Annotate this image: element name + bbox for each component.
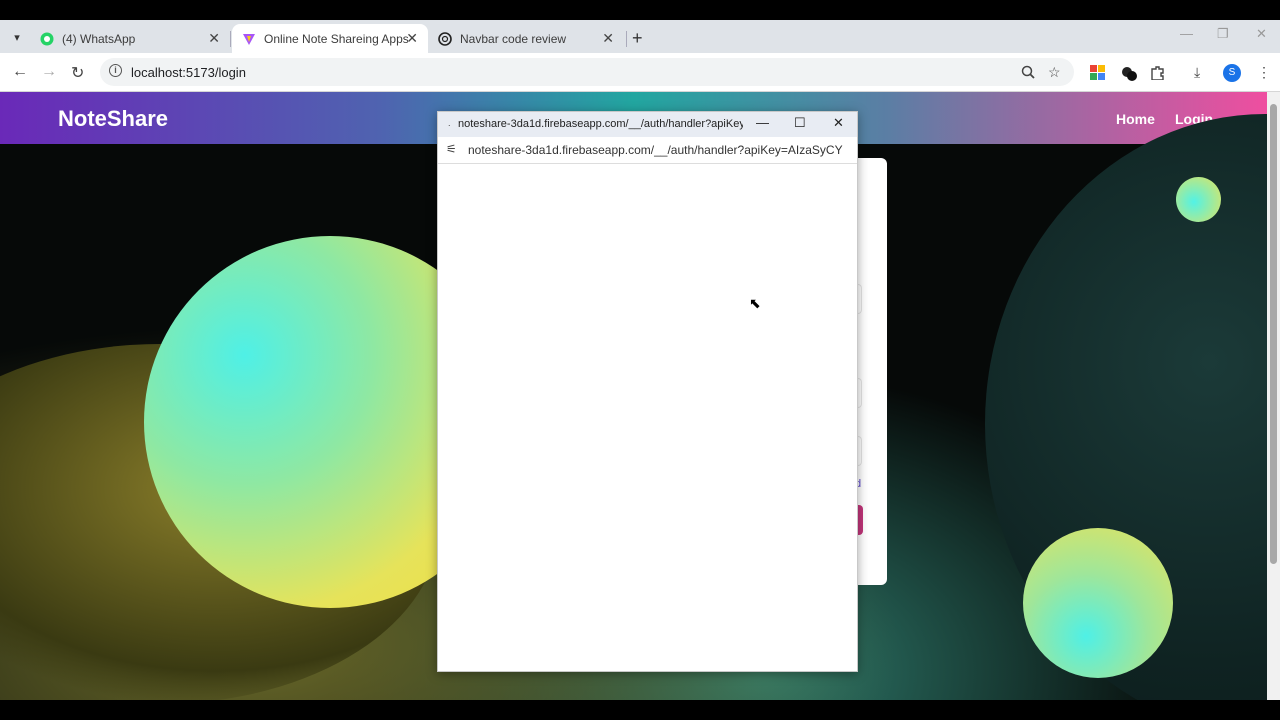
popup-url: noteshare-3da1d.firebaseapp.com/__/auth/…	[468, 143, 843, 157]
auth-popup-window: . noteshare-3da1d.firebaseapp.com/__/aut…	[437, 111, 858, 672]
minimize-icon[interactable]: —	[1180, 26, 1193, 41]
browser-toolbar: ← → ↻ i localhost:5173/login ☆ ⤓ ⋮	[0, 53, 1280, 92]
chatgpt-icon	[438, 31, 452, 46]
forward-icon[interactable]: →	[41, 63, 57, 81]
download-icon[interactable]: ⤓	[1194, 64, 1200, 81]
close-icon[interactable]: ✕	[833, 115, 844, 131]
scrollbar-thumb[interactable]	[1270, 104, 1277, 564]
top-black-bar	[0, 0, 1280, 20]
minimize-icon[interactable]: —	[756, 115, 769, 130]
whatsapp-icon	[40, 32, 54, 45]
tab-label: Navbar code review	[460, 31, 567, 46]
close-window-icon[interactable]: ✕	[1256, 26, 1267, 42]
loading-icon: .	[448, 118, 451, 128]
reload-icon[interactable]: ↻	[71, 63, 84, 83]
extension-colorful-icon[interactable]	[1090, 65, 1105, 80]
vite-icon	[243, 33, 255, 45]
maximize-icon[interactable]: ☐	[794, 115, 806, 131]
close-icon[interactable]: ✕	[208, 30, 220, 47]
popup-title: noteshare-3da1d.firebaseapp.com/__/auth/…	[458, 118, 743, 130]
background-circle-small	[1176, 177, 1221, 222]
nav-home-link[interactable]: Home	[1116, 111, 1155, 127]
tab-whatsapp[interactable]: (4) WhatsApp ✕	[30, 24, 230, 53]
extension-puzzle-dark-icon[interactable]	[1121, 65, 1138, 82]
tab-noteshare[interactable]: Online Note Shareing Apps De ✕	[232, 24, 428, 53]
bottom-black-bar	[0, 700, 1280, 720]
tab-navbar-review[interactable]: Navbar code review ✕	[428, 24, 624, 53]
tab-label: (4) WhatsApp	[62, 31, 136, 46]
popup-content-blank	[438, 165, 857, 671]
tab-divider	[626, 31, 627, 47]
tab-strip: ▾ (4) WhatsApp ✕ Online Note Shareing Ap…	[0, 20, 1280, 53]
extensions-icon[interactable]	[1150, 65, 1165, 80]
tab-divider	[230, 31, 231, 47]
page-scrollbar[interactable]	[1267, 92, 1280, 700]
mouse-cursor-icon: ⬉	[749, 295, 761, 311]
bookmark-star-icon[interactable]: ☆	[1048, 64, 1061, 81]
background-circle-medium	[1023, 528, 1173, 678]
tab-search-button[interactable]: ▾	[6, 26, 28, 48]
close-icon[interactable]: ✕	[406, 30, 418, 47]
popup-title-bar: . noteshare-3da1d.firebaseapp.com/__/aut…	[438, 112, 857, 137]
tab-label: Online Note Shareing Apps De	[264, 31, 408, 46]
site-info-icon[interactable]: i	[109, 64, 122, 77]
address-url[interactable]: localhost:5173/login	[131, 65, 246, 80]
profile-avatar[interactable]: S	[1223, 64, 1241, 82]
new-tab-icon[interactable]: +	[632, 28, 643, 49]
close-icon[interactable]: ✕	[602, 30, 614, 47]
restore-icon[interactable]: ❐	[1217, 26, 1229, 42]
address-bar[interactable]: i localhost:5173/login	[100, 58, 1074, 86]
site-settings-icon[interactable]: ⚟	[446, 142, 457, 156]
popup-address-bar: ⚟ noteshare-3da1d.firebaseapp.com/__/aut…	[438, 137, 857, 164]
brand-logo[interactable]: NoteShare	[58, 106, 168, 132]
zoom-icon[interactable]	[1021, 65, 1035, 79]
back-icon[interactable]: ←	[12, 63, 28, 81]
menu-kebab-icon[interactable]: ⋮	[1257, 64, 1271, 81]
